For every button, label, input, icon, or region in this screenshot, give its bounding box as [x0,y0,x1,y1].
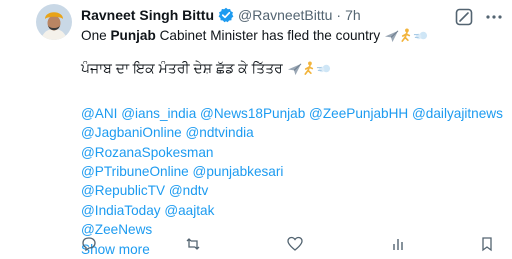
timestamp[interactable]: 7h [345,7,361,23]
like-button[interactable] [287,236,307,252]
airplane-emoji [287,61,302,81]
running-person-emoji [302,61,316,81]
views-button[interactable] [391,236,411,252]
author-name[interactable]: Ravneet Singh Bittu [81,7,214,23]
mention-line[interactable]: @IndiaToday @aajtak [81,201,501,220]
tweet-text-bold: Punjab [110,28,156,43]
tweet-text-start: One [81,28,111,43]
tweet-line-punjabi: ਪੰਜਾਬ ਦਾ ਇਕ ਮੰਤਰੀ ਦੇਸ਼ ਛੱਡ ਕੇ ਤਿੱਤਰ [81,59,501,81]
author-handle[interactable]: @RavneetBittu [238,7,332,23]
views-icon [393,239,403,250]
mention-line[interactable]: @RepublicTV @ndtv [81,181,501,200]
punjabi-text: ਪੰਜਾਬ ਦਾ ਇਕ ਮੰਤਰੀ ਦੇਸ਼ ਛੱਡ ਕੇ ਤਿੱਤਰ [81,60,283,77]
reply-icon [82,237,96,252]
tweet-actions [81,236,501,256]
grok-icon[interactable] [454,7,474,27]
avatar[interactable] [36,4,72,40]
mention-line[interactable]: @ANI @ians_india @News18Punjab @ZeePunja… [81,104,503,123]
bookmark-button[interactable] [479,236,495,252]
repost-button[interactable] [185,236,205,252]
airplane-emoji [384,28,399,48]
reply-button[interactable] [81,236,101,252]
mention-line[interactable]: @PTribuneOnline @punjabkesari [81,162,501,181]
separator-dot: · [336,7,342,23]
bookmark-icon [482,237,492,252]
repost-icon [186,238,200,250]
dash-emoji [316,61,331,81]
running-person-emoji [399,28,413,48]
tweet-text: One Punjab Cabinet Minister has fled the… [81,26,503,259]
verified-badge-icon [218,7,234,23]
mention-line[interactable]: @RozanaSpokesman [81,143,501,162]
heart-icon [287,236,303,251]
dash-emoji [413,28,428,48]
tweet-line-1: One Punjab Cabinet Minister has fled the… [81,26,501,48]
mention-line[interactable]: @JagbaniOnline @ndtvindia [81,123,501,142]
more-options-icon[interactable] [484,7,504,27]
tweet-header: Ravneet Singh Bittu @RavneetBittu · 7h [81,7,361,23]
tweet-text-end: Cabinet Minister has fled the country [155,28,381,43]
tweet: Ravneet Singh Bittu @RavneetBittu · 7h O… [0,0,512,257]
